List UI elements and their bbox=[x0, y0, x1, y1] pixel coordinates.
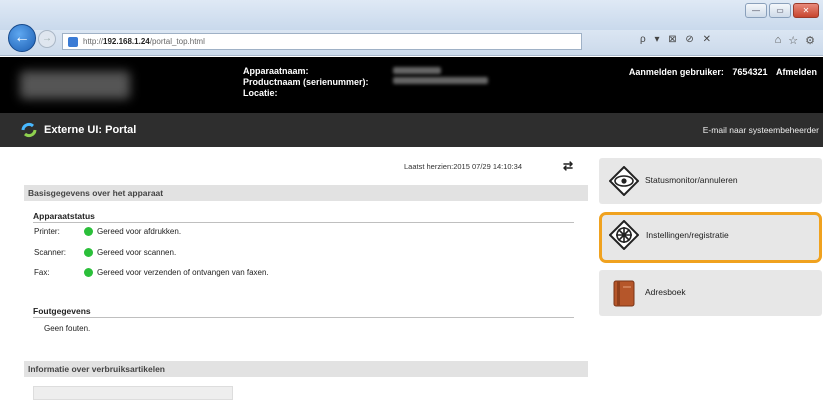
status-text: Gereed voor afdrukken. bbox=[97, 227, 182, 236]
close-window-button[interactable]: ✕ bbox=[793, 3, 819, 18]
refresh-icon[interactable]: ⇄ bbox=[563, 159, 573, 173]
last-refresh-label: Laatst herzien: bbox=[404, 162, 454, 171]
menu-label: Instellingen/registratie bbox=[646, 230, 729, 240]
status-ok-icon bbox=[84, 248, 93, 257]
login-user-info: Aanmelden gebruiker: 7654321 Afmelden bbox=[623, 67, 817, 77]
error-info-heading: Foutgegevens bbox=[33, 306, 91, 316]
window-controls: — ▭ ✕ bbox=[745, 3, 819, 18]
page-title: Externe UI: Portal bbox=[44, 124, 137, 136]
favorites-star-icon[interactable]: ☆ bbox=[788, 34, 798, 47]
device-info-labels: Apparaatnaam: Productnaam (serienummer):… bbox=[243, 66, 369, 99]
mail-admin-link[interactable]: E-mail naar systeembeheerder bbox=[703, 125, 819, 135]
divider bbox=[33, 222, 574, 223]
status-text: Gereed voor scannen. bbox=[97, 248, 177, 257]
portal-title-bar: Externe UI: Portal E-mail naar systeembe… bbox=[0, 113, 823, 147]
status-device-label: Fax: bbox=[34, 268, 50, 277]
home-icon[interactable]: ⌂ bbox=[775, 34, 782, 47]
back-button[interactable]: ← bbox=[8, 24, 36, 52]
status-text: Gereed voor verzenden of ontvangen van f… bbox=[97, 268, 269, 277]
browser-titlebar: — ▭ ✕ bbox=[0, 0, 823, 30]
product-name-value-blurred bbox=[393, 77, 488, 84]
basic-info-section-title: Basisgegevens over het apparaat bbox=[24, 185, 588, 201]
login-user-label: Aanmelden gebruiker: bbox=[628, 67, 724, 77]
browser-addressbar-row: ← → http://192.168.1.24/portal_top.html … bbox=[0, 24, 823, 56]
location-label: Locatie: bbox=[243, 88, 278, 98]
device-name-value-blurred bbox=[393, 67, 441, 74]
settings-gear-icon bbox=[609, 220, 639, 250]
minimize-button[interactable]: — bbox=[745, 3, 767, 18]
forward-button[interactable]: → bbox=[38, 30, 56, 48]
status-row-fax: Fax: Gereed voor verzenden of ontvangen … bbox=[34, 268, 269, 277]
menu-item-settings-registration[interactable]: Instellingen/registratie bbox=[599, 212, 822, 263]
consumables-detail-button[interactable] bbox=[33, 386, 233, 400]
url-text: http://192.168.1.24/portal_top.html bbox=[83, 37, 205, 46]
eye-diamond-icon bbox=[609, 166, 639, 196]
favicon-icon bbox=[68, 37, 78, 47]
status-row-printer: Printer: Gereed voor afdrukken. bbox=[34, 227, 181, 236]
divider bbox=[33, 317, 574, 318]
device-name-label: Apparaatnaam: bbox=[243, 66, 309, 76]
address-book-icon bbox=[613, 280, 635, 307]
login-user-value: 7654321 bbox=[732, 67, 768, 77]
last-refresh-value: 2015 07/29 14:10:34 bbox=[453, 162, 523, 171]
address-bar[interactable]: http://192.168.1.24/portal_top.html bbox=[62, 33, 582, 50]
settings-gear-icon[interactable]: ⚙ bbox=[805, 34, 815, 47]
device-status-heading: Apparaatstatus bbox=[33, 211, 95, 221]
url-tools[interactable]: ρ ▾ ⊠ ⊘ ✕ bbox=[640, 34, 714, 45]
page-header: Apparaatnaam: Productnaam (serienummer):… bbox=[0, 57, 823, 113]
portal-icon bbox=[21, 122, 37, 138]
last-refresh-info: Laatst herzien:2015 07/29 14:10:34 bbox=[404, 162, 522, 171]
menu-label: Statusmonitor/annuleren bbox=[645, 175, 738, 185]
browser-toolbar-icons: ⌂ ☆ ⚙ bbox=[775, 34, 815, 47]
status-ok-icon bbox=[84, 227, 93, 236]
brand-logo-blurred bbox=[20, 71, 130, 99]
menu-label: Adresboek bbox=[645, 287, 686, 297]
status-device-label: Printer: bbox=[34, 227, 60, 236]
menu-item-address-book[interactable]: Adresboek bbox=[599, 270, 822, 316]
logout-link[interactable]: Afmelden bbox=[776, 67, 817, 77]
product-name-label: Productnaam (serienummer): bbox=[243, 77, 369, 87]
maximize-button[interactable]: ▭ bbox=[769, 3, 791, 18]
menu-item-status-monitor[interactable]: Statusmonitor/annuleren bbox=[599, 158, 822, 204]
device-info-values-blurred bbox=[393, 67, 488, 84]
error-info-text: Geen fouten. bbox=[44, 324, 91, 333]
status-row-scanner: Scanner: Gereed voor scannen. bbox=[34, 248, 176, 257]
status-ok-icon bbox=[84, 268, 93, 277]
status-device-label: Scanner: bbox=[34, 248, 67, 257]
consumables-section-title: Informatie over verbruiksartikelen bbox=[24, 361, 588, 377]
